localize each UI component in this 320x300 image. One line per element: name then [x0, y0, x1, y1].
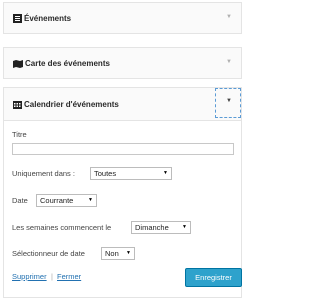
uniquement-select[interactable]: Toutes ▼: [90, 167, 172, 180]
widget-title-text: Carte des événements: [25, 59, 110, 68]
widget-carte: Carte des événements ▼: [3, 47, 242, 79]
widget-toggle-button[interactable]: ▼: [215, 88, 241, 118]
supprimer-link[interactable]: Supprimer: [12, 272, 47, 281]
widget-title-evenements: Événements: [13, 14, 71, 23]
chevron-down-icon: ▼: [88, 197, 93, 203]
selecteur-select-value: Non: [105, 249, 119, 258]
widget-calendrier: Calendrier d'événements ▼ Titre Uniqueme…: [3, 87, 242, 298]
collapse-arrow-icon[interactable]: ▼: [226, 14, 232, 20]
date-label: Date: [12, 196, 28, 205]
date-select-value: Courrante: [40, 196, 74, 205]
map-icon: [13, 59, 23, 68]
uniquement-label: Uniquement dans :: [12, 169, 75, 178]
widget-title-carte: Carte des événements: [13, 59, 110, 68]
chevron-down-icon: ▼: [163, 170, 168, 176]
chevron-down-icon: ▼: [182, 224, 187, 230]
collapse-arrow-icon: ▼: [226, 98, 232, 104]
selecteur-label: Sélectionneur de date: [12, 249, 85, 258]
chevron-down-icon: ▼: [126, 250, 131, 256]
selecteur-select[interactable]: Non ▼: [101, 247, 135, 260]
widget-header-evenements[interactable]: Événements ▼: [4, 3, 241, 33]
widget-header-calendrier[interactable]: Calendrier d'événements ▼: [4, 88, 241, 121]
titre-input[interactable]: [12, 143, 234, 155]
list-icon: [13, 14, 22, 23]
enregistrer-button[interactable]: Enregistrer: [185, 268, 242, 287]
widget-title-text: Événements: [24, 14, 72, 23]
calendar-icon: [13, 100, 22, 109]
widget-header-carte[interactable]: Carte des événements ▼: [4, 48, 241, 78]
widget-title-text: Calendrier d'événements: [24, 100, 119, 109]
titre-label: Titre: [12, 130, 27, 139]
widget-evenements: Événements ▼: [3, 2, 242, 34]
uniquement-select-value: Toutes: [94, 169, 117, 178]
date-select[interactable]: Courrante ▼: [36, 194, 97, 207]
collapse-arrow-icon[interactable]: ▼: [226, 59, 232, 65]
link-separator: |: [51, 272, 53, 281]
semaines-select[interactable]: Dimanche ▼: [131, 221, 191, 234]
semaines-select-value: Dimanche: [135, 223, 169, 232]
widget-title-calendrier: Calendrier d'événements: [13, 100, 119, 109]
fermer-link[interactable]: Fermer: [57, 272, 81, 281]
semaines-label: Les semaines commencent le: [12, 223, 112, 232]
